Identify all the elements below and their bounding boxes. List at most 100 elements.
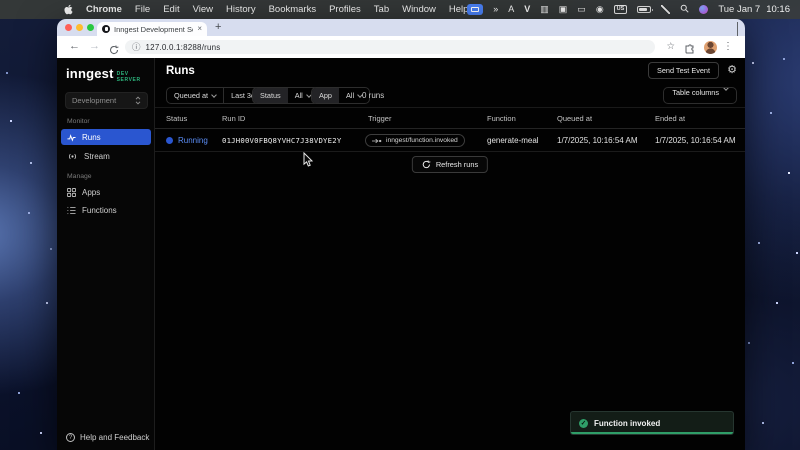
minimize-window-button[interactable] [76, 24, 83, 31]
profile-avatar[interactable] [704, 41, 717, 54]
play-status-icon[interactable]: ◉ [596, 5, 604, 14]
close-window-button[interactable] [65, 24, 72, 31]
menubar-app-name[interactable]: Chrome [86, 4, 122, 15]
col-trigger: Trigger [368, 108, 391, 130]
col-function: Function [487, 108, 516, 130]
help-icon: ? [66, 433, 75, 442]
ended-at-value: 1/7/2025, 10:16:54 AM [655, 129, 736, 152]
sidebar-item-functions[interactable]: Functions [61, 202, 151, 218]
toast-notification[interactable]: ✓ Function invoked [570, 411, 734, 435]
menubar-item-help[interactable]: Help [449, 4, 469, 15]
apple-menu-icon[interactable] [64, 4, 73, 15]
status-dot-icon [166, 137, 173, 144]
back-icon[interactable]: ← [69, 41, 80, 52]
chevron-down-icon [211, 92, 217, 98]
filter-bar: Queued at Last 3d Status All [155, 84, 745, 107]
keyboard-layout-icon[interactable]: US [614, 5, 628, 15]
toast-message: Function invoked [594, 419, 660, 428]
time-field-value: Queued at [174, 91, 208, 100]
status-filter-value: All [295, 91, 303, 100]
battery-icon[interactable] [637, 6, 651, 13]
clipboard-icon[interactable]: ▣ [559, 5, 568, 14]
run-status-cell: Running [166, 129, 208, 152]
sidebar-item-label: Apps [82, 188, 100, 197]
time-field-dropdown[interactable]: Queued at [167, 88, 223, 103]
app-status-icon-v[interactable]: V [524, 5, 530, 14]
menubar-item-profiles[interactable]: Profiles [329, 4, 361, 15]
sidebar-item-label: Stream [84, 152, 110, 161]
help-and-feedback[interactable]: ? Help and Feedback [66, 433, 149, 442]
status-toggle-icon[interactable] [661, 5, 670, 14]
zoom-window-button[interactable] [87, 24, 94, 31]
display-icon[interactable]: ▭ [577, 5, 586, 14]
queued-at-value: 1/7/2025, 10:16:54 AM [557, 129, 638, 152]
sidebar: inngest DEV SERVER Development Monitor R… [57, 58, 155, 450]
clock-time: 10:16 [766, 4, 790, 15]
main-panel: Runs Send Test Event ⚙ Queued at Last 3d [155, 58, 745, 450]
help-label: Help and Feedback [80, 433, 149, 442]
col-run-id: Run ID [222, 108, 245, 130]
trigger-badge[interactable]: inngest/function.invoked [365, 134, 465, 147]
forward-icon[interactable]: → [89, 41, 100, 52]
runs-icon [67, 133, 76, 142]
page-header: Runs Send Test Event ⚙ [155, 58, 745, 84]
refresh-runs-button[interactable]: Refresh runs [412, 156, 488, 173]
menubar-item-bookmarks[interactable]: Bookmarks [269, 4, 317, 15]
menubar-item-edit[interactable]: Edit [163, 4, 179, 15]
reload-icon[interactable] [109, 42, 119, 60]
sidebar-item-runs[interactable]: Runs [61, 129, 151, 145]
menubar-clock[interactable]: Tue Jan 7 10:16 [718, 4, 790, 15]
stream-icon [67, 152, 78, 161]
tab-title: Inngest Development Server [114, 25, 193, 34]
window-layout-icon[interactable]: ▥ [540, 5, 549, 14]
run-status: Running [178, 129, 208, 152]
spotlight-icon[interactable] [680, 4, 689, 16]
control-center-icon[interactable] [699, 5, 708, 14]
sidebar-item-stream[interactable]: Stream [61, 148, 151, 164]
browser-toolbar: ← → ⓘ 127.0.0.1:8288/runs ☆ ⋮ [57, 36, 745, 58]
menubar-item-file[interactable]: File [135, 4, 150, 15]
run-id[interactable]: 01JH00V0FBQ8YVHC7J38VDYE2Y [222, 129, 341, 152]
sidebar-item-label: Runs [82, 133, 101, 142]
function-name[interactable]: generate-meal [487, 129, 539, 152]
functions-icon [67, 206, 76, 215]
table-columns-button[interactable]: Table columns [663, 87, 737, 104]
bookmark-star-icon[interactable]: ☆ [666, 41, 675, 52]
col-queued-at: Queued at [557, 108, 592, 130]
browser-tab[interactable]: Inngest Development Server × [97, 22, 207, 36]
sidebar-item-apps[interactable]: Apps [61, 184, 151, 200]
app-filter-label: App [312, 88, 339, 103]
menubar-item-tab[interactable]: Tab [374, 4, 389, 15]
address-bar[interactable]: ⓘ 127.0.0.1:8288/runs [125, 40, 655, 54]
environment-value: Development [72, 96, 135, 105]
browser-menu-icon[interactable]: ⋮ [723, 41, 733, 52]
send-test-event-button[interactable]: Send Test Event [648, 62, 719, 79]
tab-strip: Inngest Development Server × + [57, 19, 745, 36]
extensions-icon[interactable] [684, 42, 695, 60]
new-tab-button[interactable]: + [215, 21, 221, 33]
gear-icon[interactable]: ⚙ [727, 62, 737, 79]
dev-server-badge: DEV SERVER [117, 71, 154, 83]
apps-icon [67, 188, 76, 197]
menubar-item-view[interactable]: View [193, 4, 213, 15]
table-row[interactable]: Running 01JH00V0FBQ8YVHC7J38VDYE2Y innge… [155, 129, 745, 152]
clock-date: Tue Jan 7 [718, 4, 760, 15]
screen-share-icon[interactable] [467, 4, 483, 15]
site-info-icon[interactable]: ⓘ [132, 43, 141, 52]
environment-selector[interactable]: Development [65, 92, 148, 109]
inngest-logo: inngest [66, 67, 114, 80]
app-status-icon-a[interactable]: A [508, 5, 514, 14]
desktop: Chrome File Edit View History Bookmarks … [0, 0, 800, 450]
updown-chevron-icon [135, 96, 141, 105]
app-status-icon-chevrons[interactable]: » [493, 5, 498, 14]
toast-progress-bar [571, 432, 733, 434]
menubar-item-window[interactable]: Window [402, 4, 436, 15]
trigger-name: inngest/function.invoked [386, 137, 458, 144]
page-title: Runs [166, 58, 195, 84]
mouse-cursor [303, 152, 314, 173]
chevron-down-icon [723, 87, 729, 91]
success-check-icon: ✓ [579, 419, 588, 428]
table-header: Status Run ID Trigger Function Queued at… [155, 107, 745, 129]
tab-close-icon[interactable]: × [197, 25, 202, 33]
menubar-item-history[interactable]: History [226, 4, 256, 15]
